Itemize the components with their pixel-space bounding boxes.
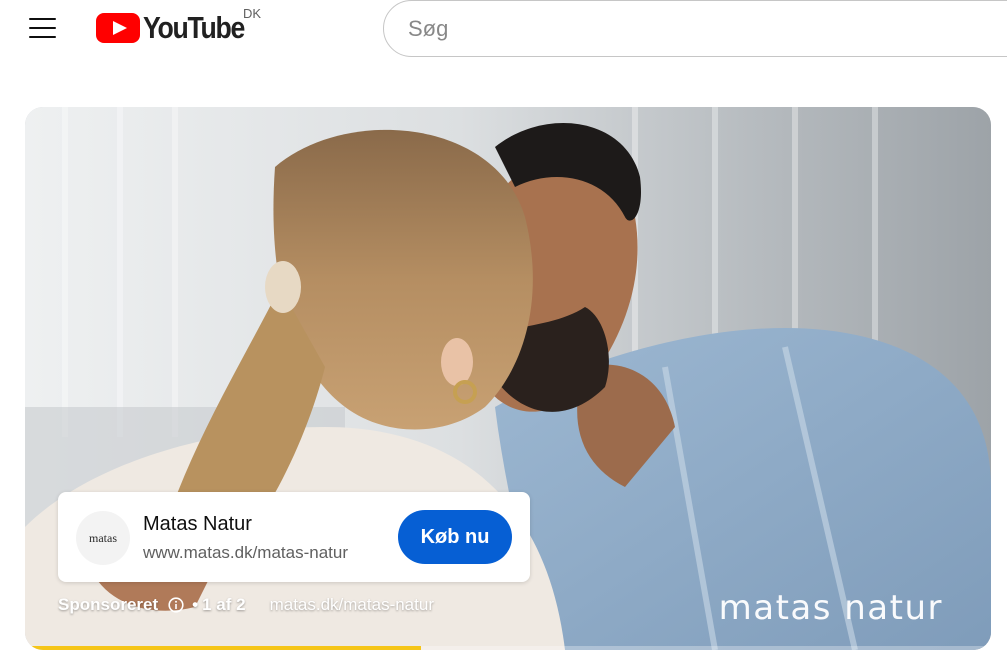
ad-position: 1 af 2 [202, 595, 246, 614]
search-box[interactable] [383, 0, 1007, 57]
logo-text: YouTube [143, 10, 245, 45]
youtube-logo[interactable]: YouTube [96, 10, 261, 46]
country-code: DK [243, 6, 262, 21]
ad-meta-bar: Sponsoreret • 1 af 2 matas.dk/matas-natu… [58, 595, 434, 615]
sponsored-label: Sponsoreret [58, 595, 159, 614]
search-input[interactable] [408, 1, 988, 56]
ad-progress-fill [25, 646, 422, 650]
brand-watermark: matas natur [718, 588, 943, 628]
ad-progress-bar[interactable] [25, 646, 991, 650]
ad-card[interactable]: matas Matas Natur www.matas.dk/matas-nat… [58, 492, 530, 582]
menu-button[interactable] [20, 8, 64, 48]
ad-url: www.matas.dk/matas-natur [143, 543, 349, 562]
advertiser-logo: matas [76, 511, 130, 565]
ad-title: Matas Natur [143, 513, 252, 535]
advertiser-logo-text: matas [89, 530, 117, 545]
ad-link[interactable]: matas.dk/matas-natur [270, 595, 434, 615]
separator-dot: • [192, 595, 199, 614]
video-player[interactable]: matas natur matas Matas Natur www.matas.… [25, 107, 991, 650]
buy-now-button[interactable]: Køb nu [398, 510, 512, 564]
youtube-play-icon [96, 13, 140, 43]
info-icon[interactable] [168, 597, 184, 613]
